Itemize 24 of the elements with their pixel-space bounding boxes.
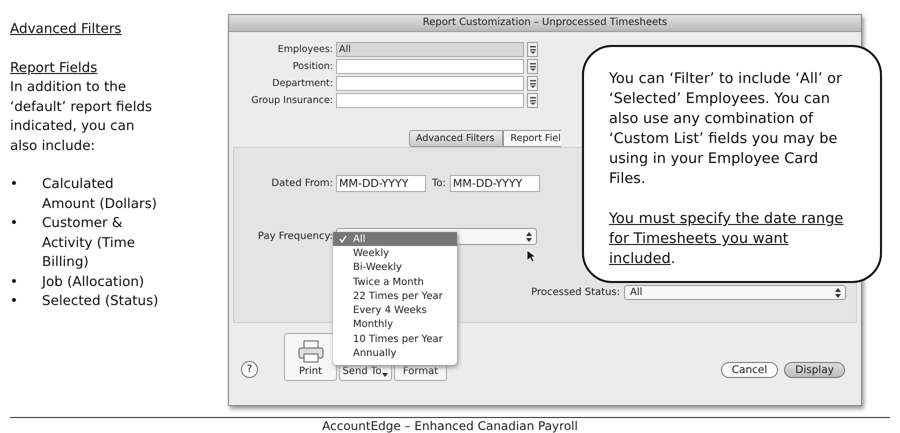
intro-text: In addition to the ‘default’ report fields indicated, you can also include: (10, 78, 154, 156)
callout-text: You can ‘Filter’ to include ‘All’ or ‘Selected’ Employees. You can also use any combination of ‘Custom List’ fields you may be using in your Employee Card Files. (609, 70, 843, 189)
field-label: Group Insurance: (250, 95, 334, 106)
callout-note: You must specify the date range for Timesheets you want included. (609, 210, 844, 269)
list-item-text: Selected (Status) (42, 292, 160, 311)
field-label: Dated From: (270, 178, 334, 188)
list-item-text: Calculated Amount (Dollars) (42, 175, 158, 214)
field-label: To: (431, 178, 447, 188)
list-item-text: Customer & Activity (Time Billing) (42, 214, 136, 272)
section-heading: Advanced Filters (10, 20, 122, 39)
footer-text: AccountEdge – Enhanced Canadian Payroll (322, 419, 578, 433)
bullet: • (10, 175, 19, 194)
section-subheading: Report Fields (10, 58, 98, 78)
list-item-text: Job (Allocation) (42, 272, 146, 292)
field-label: Pay Frequency: (256, 231, 334, 242)
field-label: Department: (271, 78, 334, 89)
field-label: Position: (292, 61, 334, 72)
popup-value: All (630, 287, 642, 298)
field-label: Employees: (276, 44, 334, 55)
bullet: • (10, 214, 19, 233)
field-label: Processed Status: (531, 287, 621, 298)
window-title: Report Customization – Unprocessed Timesheets (229, 15, 861, 32)
bullet: • (10, 272, 19, 292)
bullet: • (10, 292, 19, 311)
